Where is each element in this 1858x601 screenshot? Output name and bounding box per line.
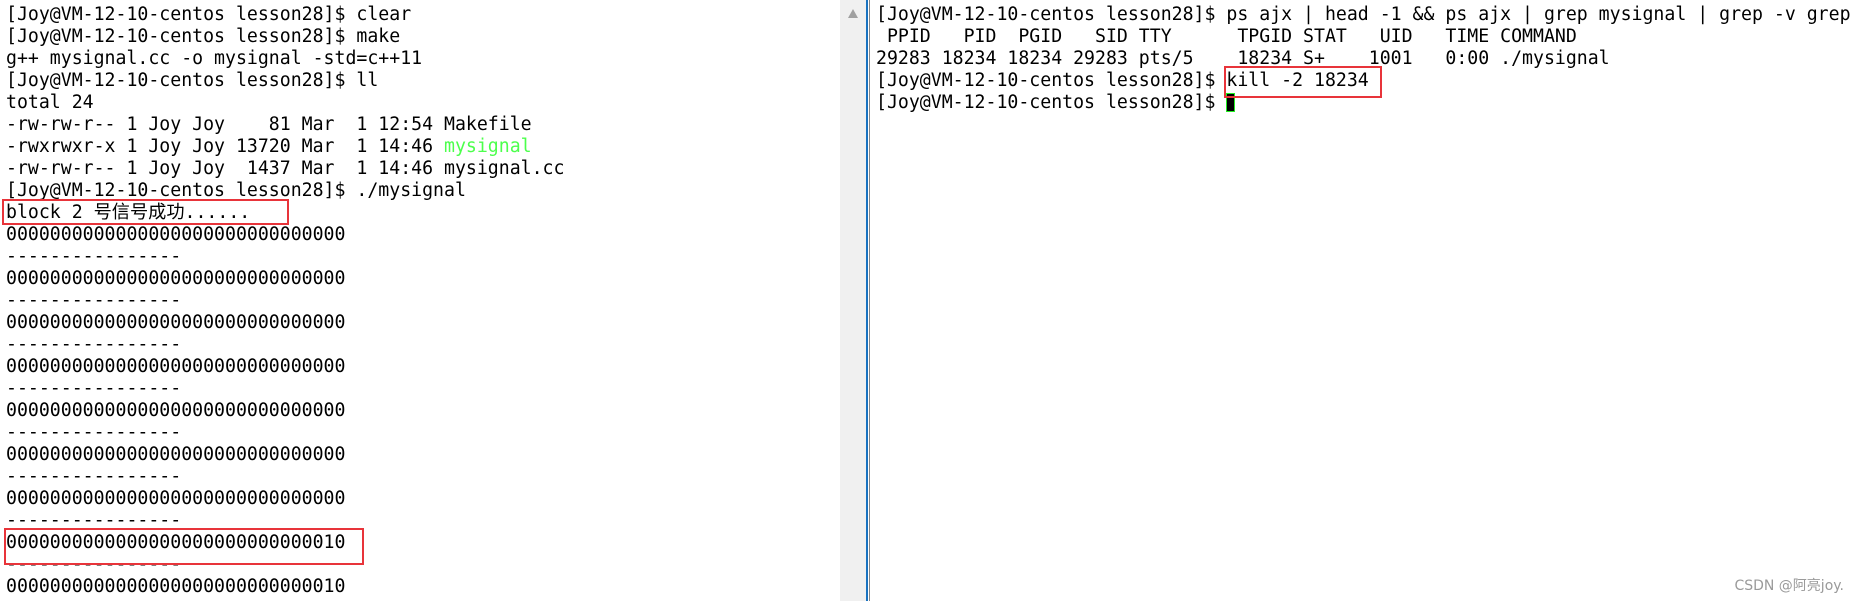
watermark: CSDN @阿亮joy. — [1734, 578, 1844, 594]
terminal-line: [Joy@VM-12-10-centos lesson28]$ ps ajx |… — [876, 4, 1851, 25]
terminal-line: PPID PID PGID SID TTY TPGID STAT UID TIM… — [876, 26, 1577, 47]
pane-divider — [866, 0, 868, 601]
terminal-line: [Joy@VM-12-10-centos lesson28]$ clear — [6, 4, 412, 25]
terminal-line: 0000000000000000000000000000000 — [6, 400, 346, 421]
terminal-line: ---------------- — [6, 378, 182, 399]
terminal-line: 0000000000000000000000000000000 — [6, 268, 346, 289]
highlight-box-block-message — [2, 199, 289, 225]
terminal-line: -rw-rw-r-- 1 Joy Joy 1437 Mar 1 14:46 my… — [6, 158, 565, 179]
terminal-line: 0000000000000000000000000000000 — [6, 488, 346, 509]
terminal-line: ---------------- — [6, 290, 182, 311]
terminal-line: 0000000000000000000000000000000 — [6, 312, 346, 333]
left-terminal-output: [Joy@VM-12-10-centos lesson28]$ clear [J… — [6, 4, 564, 598]
terminal-line: 0000000000000000000000000000000 — [6, 356, 346, 377]
terminal-line: -rwxrwxr-x 1 Joy Joy 13720 Mar 1 14:46 m… — [6, 136, 564, 158]
scrollbar[interactable] — [840, 0, 866, 601]
highlight-box-pending-bit — [4, 528, 364, 565]
terminal-line: ---------------- — [6, 466, 182, 487]
scroll-up-arrow-icon[interactable] — [848, 9, 858, 18]
executable-file-name: mysignal — [444, 136, 532, 157]
terminal-line: 0000000000000000000000000000010 — [6, 576, 346, 597]
terminal-line: ---------------- — [6, 246, 182, 267]
terminal-line: 0000000000000000000000000000000 — [6, 444, 346, 465]
prompt: [Joy@VM-12-10-centos lesson28]$ — [876, 92, 1227, 113]
right-terminal-pane[interactable]: [Joy@VM-12-10-centos lesson28]$ ps ajx |… — [870, 0, 1858, 601]
terminal-line: [Joy@VM-12-10-centos lesson28]$ make — [6, 26, 401, 47]
highlight-box-kill-command — [1224, 66, 1382, 98]
terminal-line: -rw-rw-r-- 1 Joy Joy 81 Mar 1 12:54 Make… — [6, 114, 532, 135]
left-terminal-pane[interactable]: [Joy@VM-12-10-centos lesson28]$ clear [J… — [0, 0, 840, 601]
file-listing: -rwxrwxr-x 1 Joy Joy 13720 Mar 1 14:46 — [6, 136, 444, 157]
terminal-line: [Joy@VM-12-10-centos lesson28]$ ll — [6, 70, 379, 91]
terminal-line: total 24 — [6, 92, 94, 113]
terminal-line: ---------------- — [6, 422, 182, 443]
terminal-line: ---------------- — [6, 334, 182, 355]
terminal-line: 0000000000000000000000000000000 — [6, 224, 346, 245]
terminal-line: g++ mysignal.cc -o mysignal -std=c++11 — [6, 48, 423, 69]
